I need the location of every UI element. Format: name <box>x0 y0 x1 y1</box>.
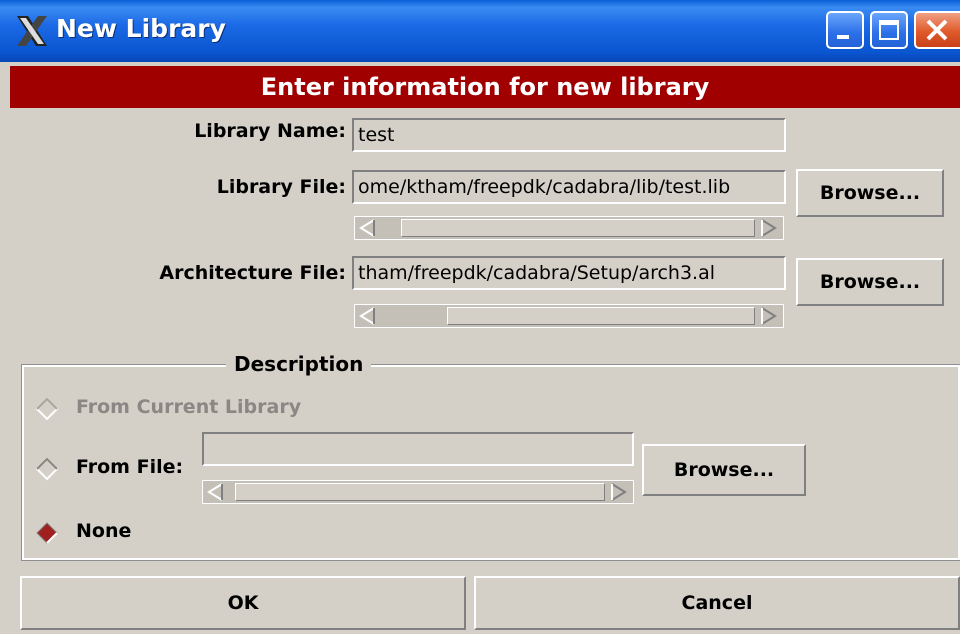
from-current-library-option[interactable]: From Current Library <box>76 396 301 418</box>
library-file-input[interactable]: ome/ktham/freepdk/cadabra/lib/test.lib <box>352 170 786 204</box>
library-name-label: Library Name: <box>194 120 346 142</box>
description-legend: Description <box>226 352 372 376</box>
ok-button[interactable]: OK <box>20 576 466 630</box>
architecture-file-input[interactable]: tham/freepdk/cadabra/Setup/arch3.al <box>352 256 786 290</box>
none-option[interactable]: None <box>76 520 131 542</box>
dialog-header: Enter information for new library <box>10 66 960 108</box>
scroll-thumb[interactable] <box>401 219 755 237</box>
close-icon <box>926 19 948 41</box>
new-library-dialog: New Library Enter information for new li… <box>0 0 960 634</box>
from-file-scrollbar[interactable] <box>202 480 634 504</box>
scroll-left-icon[interactable] <box>357 306 379 326</box>
x-window-icon <box>17 16 47 46</box>
radio-diamond-icon[interactable] <box>34 456 60 482</box>
minimize-button[interactable] <box>826 11 864 49</box>
architecture-file-label: Architecture File: <box>159 262 346 284</box>
close-button[interactable] <box>914 11 960 49</box>
library-file-scrollbar[interactable] <box>354 216 784 240</box>
scroll-thumb[interactable] <box>447 307 755 325</box>
minimize-icon <box>837 35 849 39</box>
window-title: New Library <box>56 14 226 43</box>
cancel-button[interactable]: Cancel <box>474 576 960 630</box>
scroll-right-icon[interactable] <box>757 306 779 326</box>
scroll-left-icon[interactable] <box>357 218 379 238</box>
maximize-button[interactable] <box>870 11 908 49</box>
scroll-left-icon[interactable] <box>205 482 227 502</box>
library-file-browse-button[interactable]: Browse... <box>796 169 944 217</box>
library-name-input[interactable]: test <box>352 118 786 152</box>
title-bar[interactable]: New Library <box>0 0 960 62</box>
library-file-label: Library File: <box>216 176 346 198</box>
from-file-option[interactable]: From File: <box>76 456 183 478</box>
scroll-right-icon[interactable] <box>757 218 779 238</box>
scroll-right-icon[interactable] <box>607 482 629 502</box>
scroll-thumb[interactable] <box>235 483 605 501</box>
from-file-input[interactable] <box>202 432 634 466</box>
architecture-file-scrollbar[interactable] <box>354 304 784 328</box>
radio-diamond-selected-icon[interactable] <box>34 520 60 546</box>
radio-diamond-icon[interactable] <box>34 396 60 422</box>
from-file-browse-button[interactable]: Browse... <box>642 444 806 496</box>
maximize-icon <box>879 20 899 40</box>
architecture-file-browse-button[interactable]: Browse... <box>796 258 944 306</box>
